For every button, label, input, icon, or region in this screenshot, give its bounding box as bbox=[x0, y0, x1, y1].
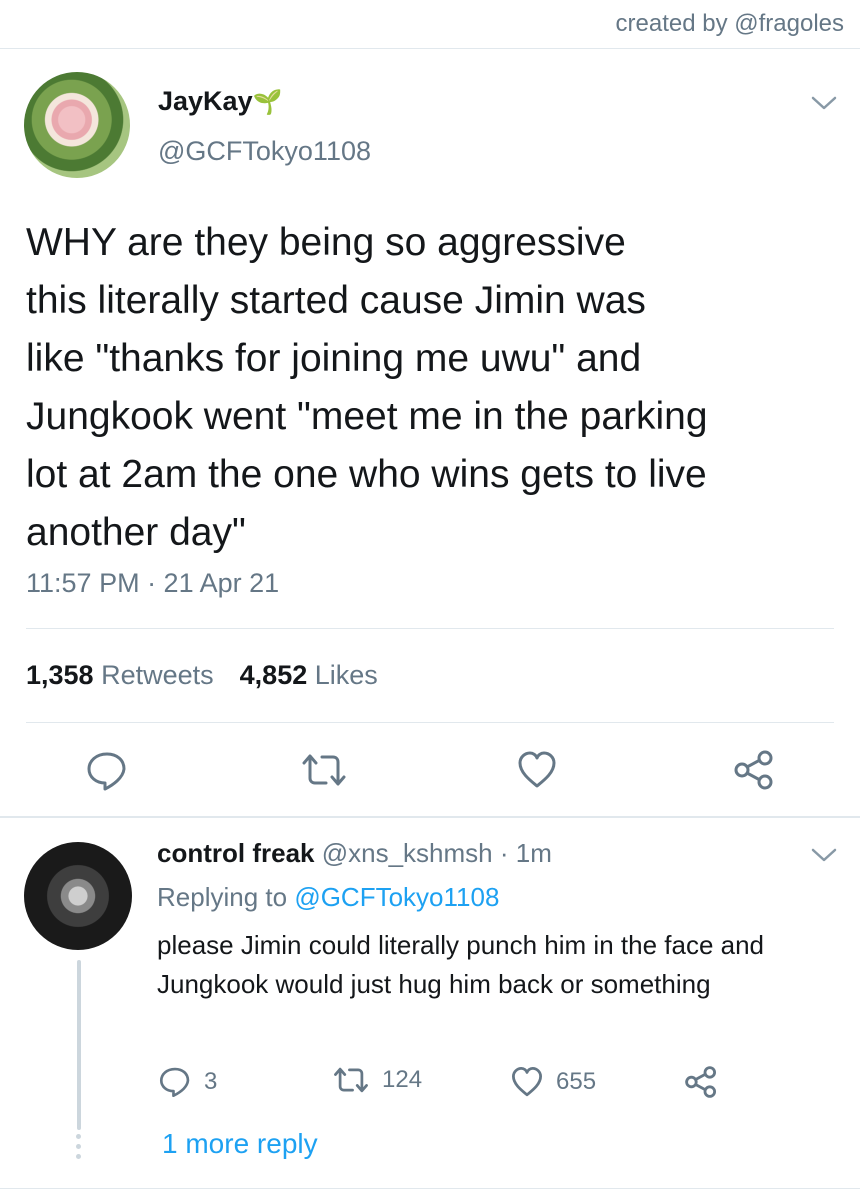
reply-text: please Jimin could literally punch him i… bbox=[157, 930, 765, 999]
retweets-count: 1,358 bbox=[26, 660, 94, 690]
avatar[interactable] bbox=[24, 72, 130, 178]
chevron-down-icon[interactable] bbox=[810, 846, 838, 864]
replying-handle-link[interactable]: @GCFTokyo1108 bbox=[294, 882, 499, 912]
reply-age: · 1m bbox=[499, 838, 552, 868]
tweet-timestamp[interactable]: 11:57 PM · 21 Apr 21 bbox=[26, 568, 279, 599]
author-display-name: JayKay bbox=[158, 86, 253, 116]
share-icon[interactable] bbox=[733, 750, 775, 790]
top-divider bbox=[0, 48, 860, 49]
thread-line bbox=[77, 960, 81, 1130]
tweet-stats: 1,358 Retweets 4,852 Likes bbox=[26, 660, 378, 691]
reply-icon[interactable] bbox=[85, 750, 129, 792]
reply-share-action[interactable] bbox=[684, 1066, 730, 1098]
chevron-down-icon[interactable] bbox=[810, 94, 838, 112]
like-count: 655 bbox=[556, 1068, 597, 1095]
like-icon[interactable] bbox=[516, 750, 558, 790]
author-name[interactable]: JayKay🌱 bbox=[158, 86, 282, 117]
retweets-label: Retweets bbox=[101, 660, 214, 690]
reply-author-name[interactable]: control freak bbox=[157, 838, 315, 868]
reply-icon bbox=[159, 1067, 190, 1098]
reply-reply-action[interactable]: 3 bbox=[158, 1066, 217, 1098]
author-handle[interactable]: @GCFTokyo1108 bbox=[158, 136, 371, 167]
retweet-icon bbox=[334, 1067, 368, 1093]
divider bbox=[26, 722, 834, 723]
avatar[interactable] bbox=[24, 842, 132, 950]
like-icon bbox=[512, 1067, 542, 1097]
retweets-stat[interactable]: 1,358 Retweets bbox=[26, 660, 214, 690]
more-replies-link[interactable]: 1 more reply bbox=[162, 1128, 318, 1160]
creator-credit: created by @fragoles bbox=[615, 10, 844, 37]
reply-header: control freak @xns_kshmsh · 1m bbox=[157, 838, 552, 869]
reply-retweet-action[interactable]: 124 bbox=[332, 1066, 422, 1094]
likes-label: Likes bbox=[314, 660, 378, 690]
likes-count: 4,852 bbox=[239, 660, 308, 690]
bottom-divider bbox=[0, 1188, 860, 1189]
tweet-text: WHY are they being so aggressive this li… bbox=[26, 221, 708, 554]
likes-stat[interactable]: 4,852 Likes bbox=[240, 660, 378, 690]
seedling-emoji: 🌱 bbox=[252, 89, 283, 116]
replying-to: Replying to @GCFTokyo1108 bbox=[157, 882, 499, 913]
reply-count: 3 bbox=[204, 1068, 218, 1095]
reply-author-handle[interactable]: @xns_kshmsh bbox=[322, 838, 493, 868]
reply-like-action[interactable]: 655 bbox=[510, 1066, 596, 1098]
share-icon bbox=[685, 1066, 717, 1098]
replying-prefix: Replying to bbox=[157, 882, 288, 912]
divider bbox=[26, 628, 834, 629]
retweet-icon[interactable] bbox=[300, 752, 348, 788]
retweet-count: 124 bbox=[382, 1066, 423, 1093]
thread-dots bbox=[76, 1134, 82, 1164]
section-divider bbox=[0, 816, 860, 818]
